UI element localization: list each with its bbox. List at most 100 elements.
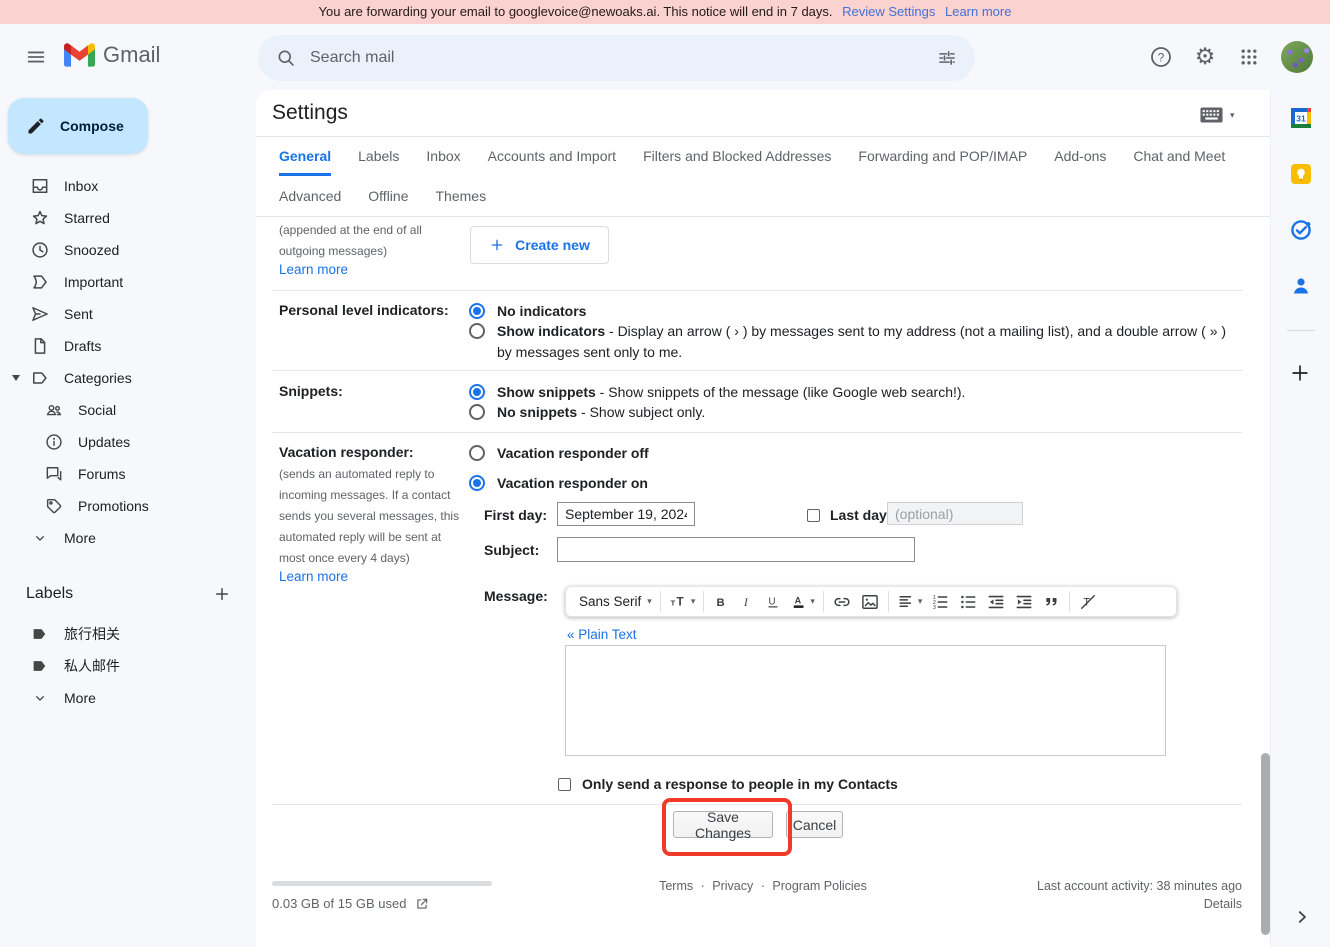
sidebar-item-more[interactable]: More bbox=[0, 522, 244, 554]
tab-chat-and-meet[interactable]: Chat and Meet bbox=[1133, 148, 1225, 176]
svg-text:T: T bbox=[676, 595, 683, 608]
show-snippets-label[interactable]: Show snippets - Show snippets of the mes… bbox=[497, 382, 965, 403]
keep-button[interactable] bbox=[1289, 162, 1313, 186]
save-changes-button[interactable]: Save Changes bbox=[673, 811, 773, 838]
support-button[interactable]: ? bbox=[1141, 37, 1181, 77]
sidebar-item-important[interactable]: Important bbox=[0, 266, 244, 298]
sidebar-item-starred[interactable]: Starred bbox=[0, 202, 244, 234]
label-name: 私人邮件 bbox=[64, 656, 120, 676]
sidebar-item-forums[interactable]: Forums bbox=[0, 458, 244, 490]
quote-button[interactable] bbox=[1038, 589, 1065, 615]
search-options-button[interactable] bbox=[925, 38, 969, 78]
insert-image-button[interactable] bbox=[856, 589, 884, 615]
vacation-off-label[interactable]: Vacation responder off bbox=[497, 443, 649, 464]
tab-add-ons[interactable]: Add-ons bbox=[1054, 148, 1106, 176]
vacation-responder-note: (sends an automated reply to incoming me… bbox=[279, 464, 463, 569]
compose-button[interactable]: Compose bbox=[8, 98, 148, 154]
section-divider bbox=[272, 432, 1242, 433]
svg-text:?: ? bbox=[1158, 50, 1165, 64]
bold-button[interactable]: B bbox=[708, 589, 734, 615]
settings-button[interactable]: ⚙ bbox=[1185, 37, 1225, 77]
last-day-label[interactable]: Last day: bbox=[830, 505, 891, 526]
sidebar-item-drafts[interactable]: Drafts bbox=[0, 330, 244, 362]
show-snippets-radio[interactable] bbox=[469, 384, 485, 400]
privacy-link[interactable]: Privacy bbox=[712, 879, 753, 893]
sidebar-item-promotions[interactable]: Promotions bbox=[0, 490, 244, 522]
underline-button[interactable]: U bbox=[760, 589, 786, 615]
no-snippets-radio[interactable] bbox=[469, 404, 485, 420]
expand-caret-icon[interactable] bbox=[12, 375, 20, 381]
create-new-signature-button[interactable]: Create new bbox=[470, 226, 609, 264]
vacation-on-radio[interactable] bbox=[469, 475, 485, 491]
main-menu-button[interactable] bbox=[16, 37, 56, 77]
italic-button[interactable]: I bbox=[734, 589, 760, 615]
contacts-only-label[interactable]: Only send a response to people in my Con… bbox=[582, 776, 898, 792]
account-avatar[interactable] bbox=[1281, 41, 1313, 73]
label-item-travel[interactable]: 旅行相关 bbox=[0, 618, 244, 650]
vertical-scrollbar[interactable] bbox=[1261, 753, 1270, 935]
tab-advanced[interactable]: Advanced bbox=[279, 188, 341, 213]
get-add-ons-button[interactable] bbox=[1289, 362, 1313, 386]
gmail-logo[interactable]: Gmail bbox=[64, 42, 160, 68]
sidebar-item-categories[interactable]: Categories bbox=[0, 362, 244, 394]
tab-labels[interactable]: Labels bbox=[358, 148, 399, 176]
show-indicators-label[interactable]: Show indicators - Display an arrow ( › )… bbox=[497, 321, 1231, 363]
calendar-button[interactable]: 31 bbox=[1289, 106, 1313, 130]
signature-learn-more-link[interactable]: Learn more bbox=[279, 262, 348, 277]
cancel-button[interactable]: Cancel bbox=[786, 811, 843, 838]
tab-filters-and-blocked-addresses[interactable]: Filters and Blocked Addresses bbox=[643, 148, 831, 176]
show-indicators-radio[interactable] bbox=[469, 323, 485, 339]
last-day-input[interactable] bbox=[887, 502, 1023, 525]
tab-themes[interactable]: Themes bbox=[436, 188, 487, 213]
terms-link[interactable]: Terms bbox=[659, 879, 693, 893]
no-snippets-label[interactable]: No snippets - Show subject only. bbox=[497, 402, 705, 423]
plain-text-toggle-link[interactable]: « Plain Text bbox=[567, 627, 637, 642]
search-button[interactable] bbox=[264, 38, 308, 78]
sidebar-item-snoozed[interactable]: Snoozed bbox=[0, 234, 244, 266]
no-indicators-label[interactable]: No indicators bbox=[497, 301, 586, 322]
indent-more-button[interactable] bbox=[1010, 589, 1038, 615]
external-link-icon[interactable] bbox=[415, 897, 429, 911]
text-color-button[interactable]: A ▾ bbox=[786, 589, 819, 615]
last-day-checkbox[interactable] bbox=[807, 509, 820, 522]
numbered-list-button[interactable]: 123 bbox=[926, 589, 954, 615]
tab-general[interactable]: General bbox=[279, 148, 331, 176]
labels-more[interactable]: More bbox=[0, 682, 244, 714]
sidebar-item-sent[interactable]: Sent bbox=[0, 298, 244, 330]
program-policies-link[interactable]: Program Policies bbox=[772, 879, 866, 893]
activity-details-link[interactable]: Details bbox=[1204, 897, 1242, 911]
sidebar-item-updates[interactable]: Updates bbox=[0, 426, 244, 458]
tab-inbox[interactable]: Inbox bbox=[426, 148, 460, 176]
first-day-input[interactable] bbox=[557, 502, 695, 526]
remove-formatting-button[interactable]: T bbox=[1074, 589, 1102, 615]
label-item-personal[interactable]: 私人邮件 bbox=[0, 650, 244, 682]
tasks-button[interactable] bbox=[1289, 218, 1313, 242]
sidebar-item-label: Inbox bbox=[64, 178, 98, 194]
tab-offline[interactable]: Offline bbox=[368, 188, 408, 213]
contacts-button[interactable] bbox=[1289, 274, 1313, 298]
no-indicators-radio[interactable] bbox=[469, 303, 485, 319]
input-method-selector[interactable]: ▾ bbox=[1200, 107, 1235, 123]
font-size-button[interactable]: TT ▾ bbox=[665, 589, 700, 615]
sidebar-item-social[interactable]: Social bbox=[0, 394, 244, 426]
insert-link-button[interactable] bbox=[828, 589, 856, 615]
vacation-on-label[interactable]: Vacation responder on bbox=[497, 473, 648, 494]
hide-side-panel-button[interactable] bbox=[1293, 908, 1311, 926]
vacation-subject-input[interactable] bbox=[557, 537, 915, 562]
sidebar-item-inbox[interactable]: Inbox bbox=[0, 170, 244, 202]
search-input[interactable] bbox=[308, 48, 925, 68]
create-label-button[interactable] bbox=[208, 580, 236, 608]
vacation-off-radio[interactable] bbox=[469, 445, 485, 461]
vacation-message-textarea[interactable] bbox=[565, 645, 1166, 756]
banner-learn-more-link[interactable]: Learn more bbox=[945, 4, 1011, 19]
google-apps-button[interactable] bbox=[1229, 37, 1269, 77]
tab-accounts-and-import[interactable]: Accounts and Import bbox=[488, 148, 616, 176]
tab-forwarding-and-pop-imap[interactable]: Forwarding and POP/IMAP bbox=[858, 148, 1027, 176]
vacation-learn-more-link[interactable]: Learn more bbox=[279, 569, 348, 584]
align-button[interactable]: ▾ bbox=[893, 589, 927, 615]
font-family-select[interactable]: Sans Serif ▾ bbox=[571, 589, 656, 615]
bulleted-list-button[interactable] bbox=[954, 589, 982, 615]
review-settings-link[interactable]: Review Settings bbox=[842, 4, 935, 19]
contacts-only-checkbox[interactable] bbox=[558, 778, 571, 791]
indent-less-button[interactable] bbox=[982, 589, 1010, 615]
